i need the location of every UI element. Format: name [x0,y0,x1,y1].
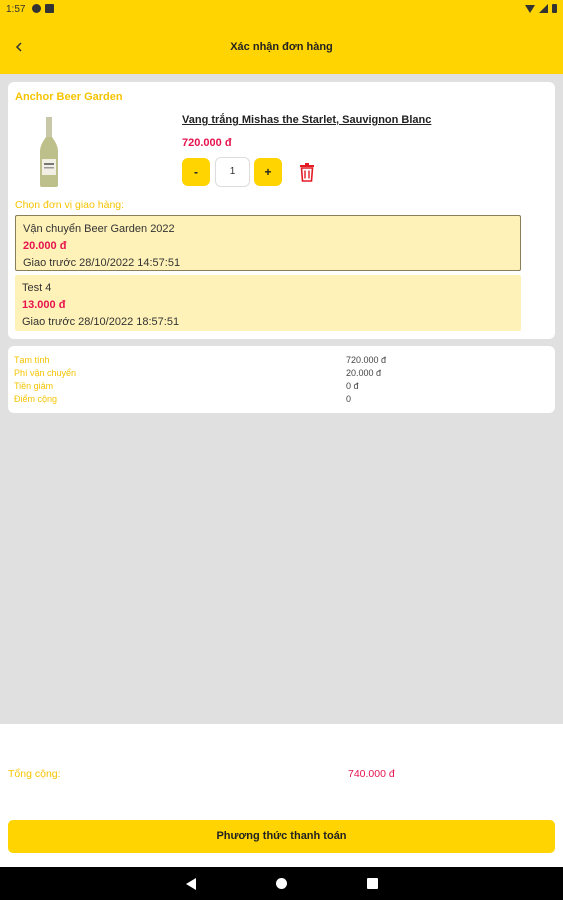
checkout-panel: Tổng cộng: 740.000 đ Phương thức thanh t… [0,724,563,867]
product-name[interactable]: Vang trắng Mishas the Starlet, Sauvignon… [182,114,431,126]
status-bar: 1:57 [0,0,563,20]
summary-value: 20.000 đ [346,368,382,378]
summary-row-points: Điểm cộng 0 [14,394,549,406]
order-summary-card: Tạm tính 720.000 đ Phí vận chuyển 20.000… [8,346,555,413]
shipping-option-date: Giao trước 28/10/2022 18:57:51 [22,316,180,328]
nav-home-icon[interactable] [276,878,287,889]
status-time: 1:57 [6,4,26,15]
shipping-option-name: Test 4 [22,282,52,294]
shipping-option[interactable]: Test 4 13.000 đ Giao trước 28/10/2022 18… [15,275,521,331]
product-price: 720.000 đ [182,137,232,149]
nav-back-icon[interactable] [186,878,196,890]
summary-label: Điểm cộng [14,394,58,404]
shipping-option-price: 13.000 đ [22,299,66,311]
gear-icon [32,4,41,13]
signal-icon [539,4,548,13]
status-notification-icons [32,4,54,13]
quantity-increase-button[interactable]: + [254,158,282,186]
page-title: Xác nhận đơn hàng [230,41,333,53]
system-nav-bar [0,867,563,900]
shipping-section-label: Chọn đơn vị giao hàng: [15,199,125,211]
summary-row-shipping-fee: Phí vận chuyển 20.000 đ [14,368,549,380]
summary-label: Tạm tính [14,355,50,365]
payment-method-button[interactable]: Phương thức thanh toán [8,820,555,853]
summary-value: 0 đ [346,381,359,391]
shipping-option[interactable]: Vận chuyển Beer Garden 2022 20.000 đ Gia… [15,215,521,271]
wifi-icon [525,4,535,13]
quantity-input[interactable]: 1 [215,157,250,187]
shipping-option-price: 20.000 đ [23,240,67,252]
summary-value: 0 [346,394,352,404]
summary-label: Tiền giảm [14,381,54,391]
store-name: Anchor Beer Garden [15,91,123,103]
product-image [40,117,58,187]
summary-row-discount: Tiền giảm 0 đ [14,381,549,393]
total-value: 740.000 đ [348,768,395,780]
status-system-icons [525,4,557,13]
shipping-option-date: Giao trước 28/10/2022 14:57:51 [23,257,181,269]
nav-recent-icon[interactable] [367,878,378,889]
summary-row-subtotal: Tạm tính 720.000 đ [14,355,549,367]
quantity-decrease-button[interactable]: - [182,158,210,186]
trash-icon [300,163,314,182]
battery-icon [552,4,557,13]
store-card: Anchor Beer Garden Vang trắng Mishas the… [8,82,555,339]
shipping-option-name: Vận chuyển Beer Garden 2022 [23,223,175,235]
app-bar: Xác nhận đơn hàng [0,20,563,74]
total-label: Tổng cộng: [8,768,61,780]
sim-icon [45,4,54,13]
summary-label: Phí vận chuyển [14,368,77,378]
delete-item-button[interactable] [296,161,318,183]
summary-value: 720.000 đ [346,355,387,365]
